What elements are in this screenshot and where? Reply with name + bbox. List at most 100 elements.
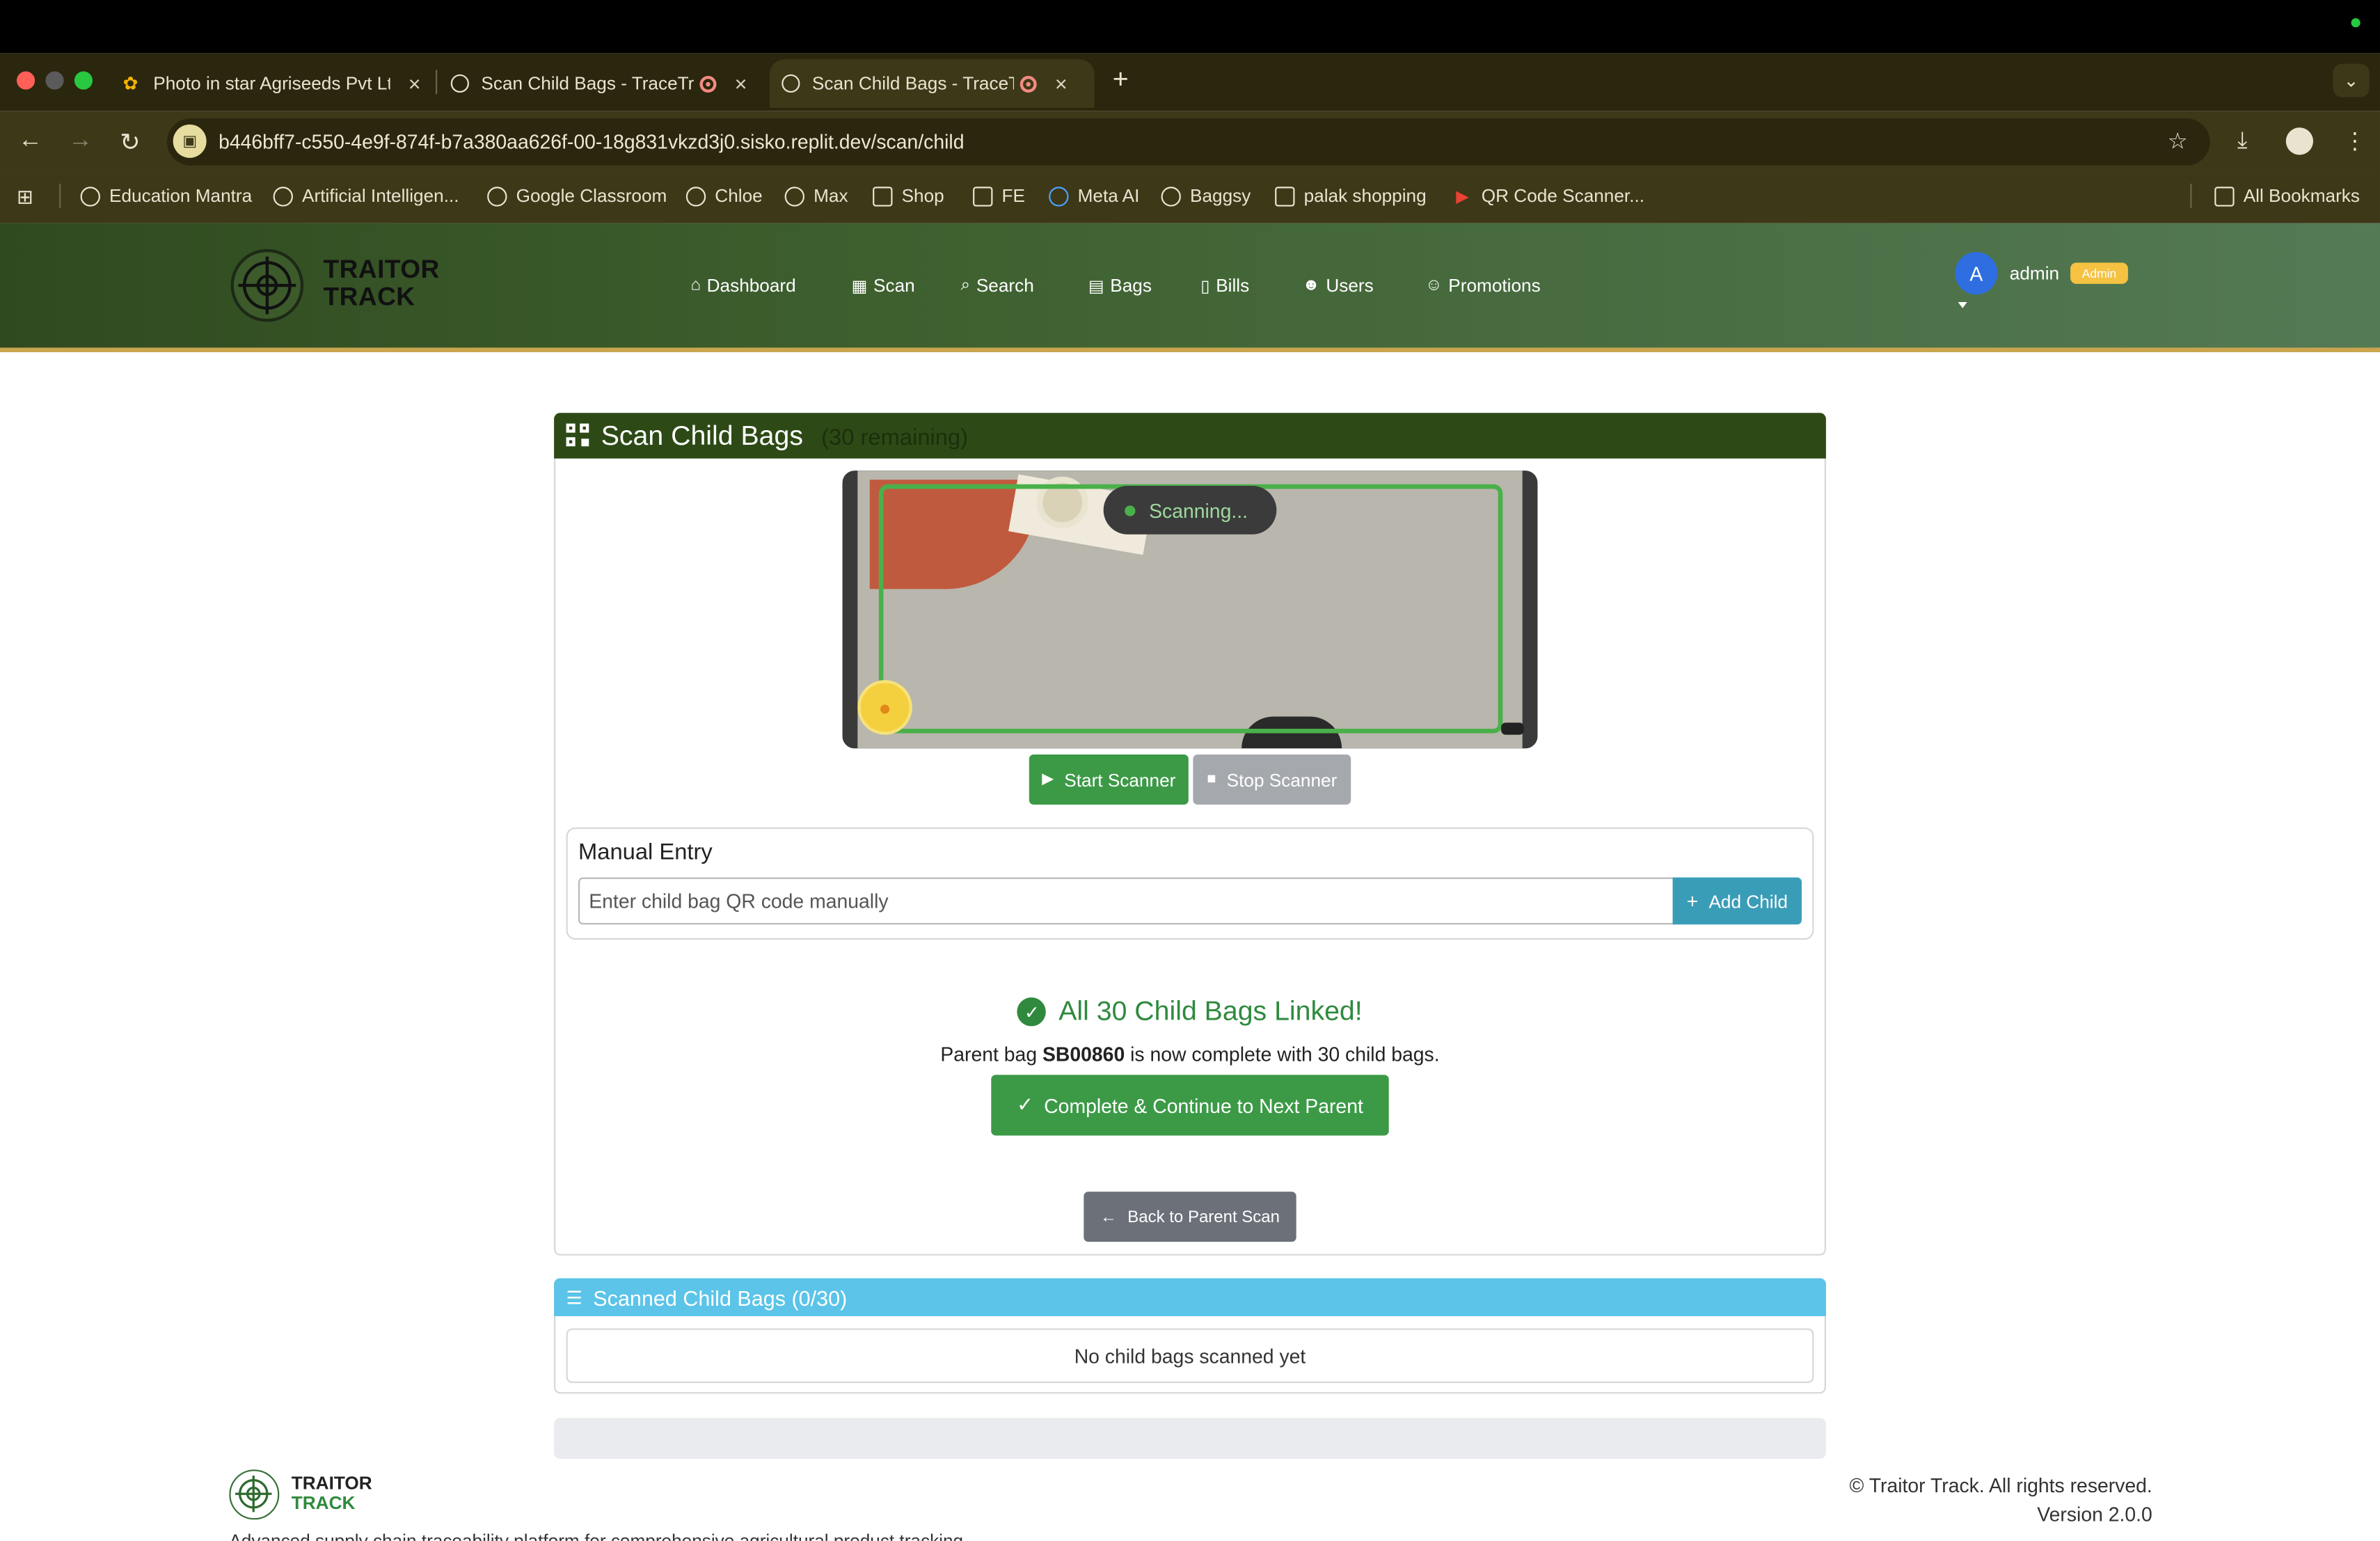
footer-meta: © Traitor Track. All rights reserved. Ve… [1745, 1471, 2152, 1529]
more-menu-icon[interactable]: ⋮ [2344, 127, 2367, 155]
all-bookmarks-button[interactable]: All Bookmarks [2214, 185, 2360, 207]
nav-bags[interactable]: ▤ Bags [1088, 275, 1152, 297]
bookmark-qr-code-scanner[interactable]: ▶ QR Code Scanner... [1452, 185, 1644, 207]
complete-continue-button[interactable]: ✓ Complete & Continue to Next Parent [991, 1075, 1389, 1136]
bookmark-baggsy[interactable]: Baggsy [1161, 185, 1251, 207]
brand-line-1: TRAITOR [323, 255, 440, 284]
brand-line-2: TRACK [323, 282, 415, 312]
bookmark-max[interactable]: Max [784, 185, 848, 207]
back-to-parent-button[interactable]: ← Back to Parent Scan [1084, 1192, 1296, 1242]
nav-label: Users [1326, 274, 1374, 297]
nav-bills[interactable]: ▯ Bills [1200, 275, 1249, 297]
tab-scan-child-bags-1[interactable]: Scan Child Bags - TraceTrack × [438, 59, 763, 108]
role-badge: Admin [2070, 262, 2128, 284]
tab-photo[interactable]: ✿ Photo in star Agriseeds Pvt Ltd × [108, 59, 433, 108]
user-avatar[interactable]: A [1955, 252, 1998, 295]
bookmark-palak-shopping[interactable]: palak shopping [1275, 185, 1427, 207]
apps-grid-icon[interactable]: ⊞ [17, 185, 33, 210]
minimize-window-button[interactable] [45, 71, 64, 90]
nav-label: Bags [1110, 274, 1152, 297]
close-tab-icon[interactable]: × [408, 72, 421, 96]
scanned-title: Scanned Child Bags (0/30) [593, 1285, 848, 1310]
back-label: Back to Parent Scan [1127, 1208, 1280, 1226]
start-scanner-button[interactable]: ▶ Start Scanner [1029, 754, 1189, 805]
brand-name[interactable]: TRAITOR TRACK [323, 255, 440, 312]
stop-scanner-button[interactable]: ■ Stop Scanner [1193, 754, 1351, 805]
tab-search-button[interactable]: ⌄ [2333, 63, 2370, 97]
chevron-down-icon: ⌄ [2343, 70, 2359, 91]
bookmark-google-classroom[interactable]: Google Classroom [487, 185, 667, 207]
all-bookmarks-label: All Bookmarks [2243, 185, 2360, 207]
site-info-icon[interactable]: ▣ [173, 124, 207, 158]
nav-users[interactable]: ☻ Users [1302, 275, 1373, 297]
bookmark-artificial-intelligence[interactable]: Artificial Intelligen... [273, 185, 459, 207]
nav-dashboard[interactable]: ⌂ Dashboard [690, 275, 795, 297]
camera-control[interactable] [1501, 722, 1524, 735]
complete-label: Complete & Continue to Next Parent [1044, 1093, 1363, 1117]
message-prefix: Parent bag [940, 1043, 1042, 1066]
check-icon: ✓ [1017, 1093, 1033, 1116]
nav-label: Search [976, 274, 1034, 297]
success-title: All 30 Child Bags Linked! [1058, 995, 1363, 1027]
footer-brand: TRAITOR TRACK [291, 1472, 372, 1514]
nav-search[interactable]: ⌕ Search [961, 275, 1034, 297]
brand-logo-icon[interactable] [230, 248, 304, 322]
scanning-label: Scanning... [1149, 498, 1248, 522]
flashlight-button[interactable]: ● [857, 680, 912, 735]
folder-icon [1275, 186, 1295, 206]
add-child-button[interactable]: + Add Child [1672, 877, 1802, 925]
scan-card-header: Scan Child Bags (30 remaining) [554, 413, 1826, 459]
user-cog-icon: ☺ [1425, 276, 1443, 295]
bookmark-label: QR Code Scanner... [1481, 185, 1645, 207]
back-arrow-icon[interactable]: ← [18, 127, 42, 155]
footer-brand-line-1: TRAITOR [291, 1472, 372, 1494]
close-tab-icon[interactable]: × [1055, 72, 1068, 96]
manual-entry-title: Manual Entry [578, 839, 713, 866]
bookmark-label: Chloe [715, 185, 763, 207]
file-icon: ▯ [1200, 277, 1210, 296]
recording-icon [1020, 74, 1037, 92]
bookmark-fe[interactable]: FE [973, 185, 1025, 207]
camera-indicator-icon [2351, 18, 2361, 28]
bookmark-chloe[interactable]: Chloe [685, 185, 763, 207]
close-tab-icon[interactable]: × [735, 72, 747, 96]
new-tab-button[interactable]: + [1113, 64, 1129, 96]
nav-scan[interactable]: ▦ Scan [852, 275, 915, 297]
download-icon[interactable]: ⤓ [2237, 127, 2247, 153]
forward-arrow-icon[interactable]: → [68, 127, 93, 155]
add-child-label: Add Child [1708, 890, 1788, 912]
bookmark-shop[interactable]: Shop [873, 185, 944, 207]
user-menu-caret-icon[interactable] [1958, 302, 1967, 308]
close-window-button[interactable] [16, 71, 35, 90]
nav-label: Scan [873, 274, 915, 297]
tab-scan-child-bags-2[interactable]: Scan Child Bags - TraceTrack × [769, 59, 1095, 108]
globe-icon [784, 186, 804, 206]
lightbulb-icon: ● [878, 695, 891, 720]
nav-label: Promotions [1448, 274, 1541, 297]
bookmark-meta-ai[interactable]: Meta AI [1049, 185, 1139, 207]
globe-icon [782, 74, 800, 93]
globe-icon [450, 74, 469, 93]
maximize-window-button[interactable] [74, 71, 93, 90]
bookmark-label: palak shopping [1303, 185, 1427, 207]
folder-icon [2214, 186, 2235, 206]
stop-icon: ■ [1207, 771, 1216, 789]
child-qr-input[interactable] [578, 877, 1674, 925]
reload-icon[interactable]: ↻ [120, 127, 140, 158]
success-message: ✓ All 30 Child Bags Linked! [0, 996, 2380, 1028]
search-icon: ⌕ [960, 275, 971, 294]
remaining-count: (30 remaining) [821, 424, 969, 450]
nav-promotions[interactable]: ☺ Promotions [1425, 275, 1541, 297]
profile-icon[interactable] [2285, 127, 2314, 155]
arrow-left-icon: ← [1100, 1208, 1117, 1226]
bookmark-education-mantra[interactable]: Education Mantra [80, 185, 252, 207]
status-dot-icon [1125, 505, 1136, 516]
user-name[interactable]: admin [2010, 262, 2059, 284]
stop-label: Stop Scanner [1226, 768, 1338, 791]
url-text[interactable]: b446bff7-c550-4e9f-874f-b7a380aa626f-00-… [219, 131, 964, 154]
nav-label: Bills [1216, 274, 1250, 297]
bookmark-divider [59, 183, 61, 208]
bookmark-label: Google Classroom [516, 185, 667, 207]
system-bar [0, 0, 2380, 54]
bookmark-star-icon[interactable]: ☆ [2168, 127, 2188, 155]
